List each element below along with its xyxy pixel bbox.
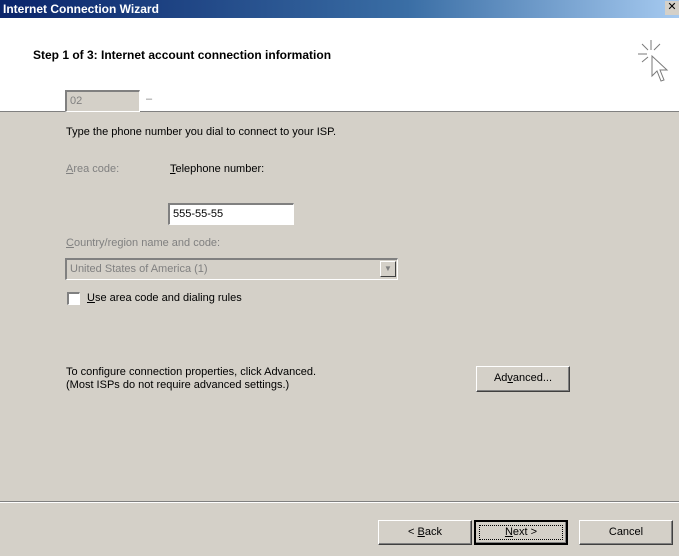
telephone-label: Telephone number: [170, 163, 265, 175]
area-code-input[interactable]: 02 [65, 90, 140, 112]
next-button[interactable]: Next > [474, 520, 568, 545]
advanced-button[interactable]: Advanced... [476, 366, 570, 392]
close-button[interactable]: ✕ [665, 1, 679, 15]
dash-separator: – [146, 93, 153, 105]
instruction-text: Type the phone number you dial to connec… [66, 126, 337, 138]
country-select[interactable]: United States of America (1) ▼ [65, 258, 398, 280]
close-icon: ✕ [667, 1, 677, 13]
telephone-number-input[interactable]: 555-55-55 [168, 203, 294, 225]
footer-divider-highlight [0, 502, 679, 503]
use-dialing-rules-checkbox[interactable] [67, 292, 80, 305]
back-button[interactable]: < Back [378, 520, 472, 545]
chevron-down-icon[interactable]: ▼ [380, 261, 396, 277]
window-title: Internet Connection Wizard [3, 2, 159, 16]
cancel-button[interactable]: Cancel [579, 520, 673, 545]
title-bar: Internet Connection Wizard ✕ [0, 0, 679, 18]
advanced-hint-line1: To configure connection properties, clic… [66, 366, 317, 378]
wizard-content: Type the phone number you dial to connec… [0, 90, 679, 488]
country-select-value: United States of America (1) [70, 263, 208, 275]
step-title: Step 1 of 3: Internet account connection… [33, 48, 332, 62]
wizard-cursor-icon [638, 40, 669, 82]
advanced-hint-line2: (Most ISPs do not require advanced setti… [66, 379, 290, 391]
area-code-label: Area code: [66, 163, 120, 175]
country-label: Country/region name and code: [66, 237, 221, 249]
use-dialing-rules-label[interactable]: Use area code and dialing rules [87, 292, 242, 304]
